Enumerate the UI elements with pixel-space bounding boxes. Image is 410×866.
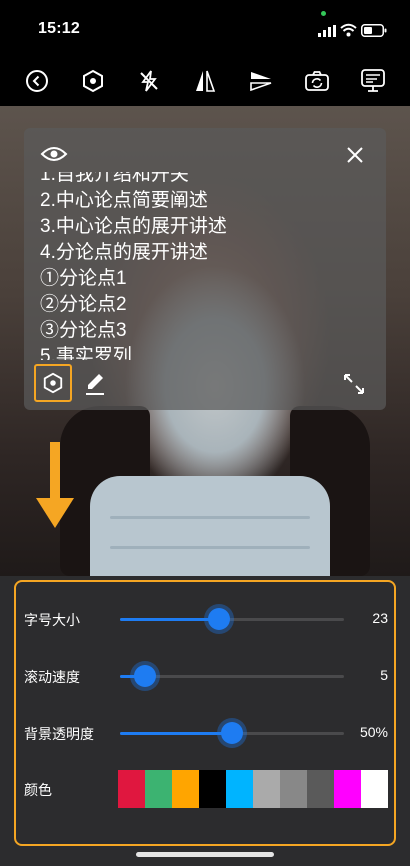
font-size-slider-fill <box>120 618 219 621</box>
color-swatch[interactable] <box>226 770 253 808</box>
script-line: ①分论点1 <box>40 268 127 289</box>
eye-icon[interactable] <box>40 144 68 164</box>
bg-opacity-slider-fill <box>120 732 232 735</box>
scroll-speed-slider[interactable] <box>120 665 344 687</box>
wifi-icon <box>340 23 357 37</box>
camera-mask-fold <box>110 516 310 519</box>
script-text-area[interactable]: 1.自我介绍和开关 2.中心论点简要阐述 3.中心论点的展开讲述 4.分论点的展… <box>40 172 370 360</box>
script-line: 3.中心论点的展开讲述 <box>40 216 227 237</box>
script-line: 2.中心论点简要阐述 <box>40 190 208 211</box>
color-swatch[interactable] <box>172 770 199 808</box>
hexagon-settings-icon[interactable] <box>79 67 107 95</box>
script-line: 1.自我介绍和开关 <box>40 172 189 185</box>
color-label: 颜色 <box>24 782 52 798</box>
mirror-horizontal-icon[interactable] <box>191 67 219 95</box>
font-size-slider[interactable] <box>120 608 344 630</box>
mirror-vertical-icon[interactable] <box>247 67 275 95</box>
bg-opacity-row: 背景透明度 50% <box>24 718 390 748</box>
script-line: 4.分论点的展开讲述 <box>40 242 208 263</box>
camera-in-use-indicator <box>321 11 326 16</box>
color-swatch[interactable] <box>118 770 145 808</box>
arrow-down-icon <box>36 442 74 528</box>
color-swatch[interactable] <box>361 770 388 808</box>
font-size-row: 字号大小 23 <box>24 604 390 634</box>
script-lines: 1.自我介绍和开关 2.中心论点简要阐述 3.中心论点的展开讲述 4.分论点的展… <box>40 172 227 360</box>
bg-opacity-slider-thumb[interactable] <box>221 722 243 744</box>
status-bar: 15:12 <box>0 0 410 54</box>
status-time: 15:12 <box>38 20 80 37</box>
switch-camera-icon[interactable] <box>303 67 331 95</box>
flash-off-icon[interactable] <box>135 67 163 95</box>
camera-toolbar <box>0 54 410 106</box>
scroll-speed-label: 滚动速度 <box>24 669 80 685</box>
color-swatch[interactable] <box>253 770 280 808</box>
color-swatch[interactable] <box>145 770 172 808</box>
cellular-signal-icon <box>318 25 336 37</box>
back-icon[interactable] <box>23 67 51 95</box>
font-size-slider-thumb[interactable] <box>207 608 230 630</box>
teleprompter-icon[interactable] <box>359 67 387 95</box>
script-line: ②分论点2 <box>40 294 127 315</box>
bg-opacity-value: 50% <box>359 724 388 740</box>
close-icon[interactable] <box>346 146 364 164</box>
expand-icon[interactable] <box>342 372 366 396</box>
home-indicator <box>136 852 274 857</box>
app-screen: 15:12 1.自我介绍和开关 2.中心论点简要阐述 3.中心论点的展开讲述 4… <box>0 0 410 866</box>
scroll-speed-value: 5 <box>380 667 388 683</box>
color-swatch[interactable] <box>334 770 361 808</box>
battery-icon <box>361 24 387 37</box>
bg-opacity-label: 背景透明度 <box>24 726 94 742</box>
hexagon-icon <box>43 372 63 394</box>
script-line: ③分论点3 <box>40 320 127 341</box>
scroll-speed-slider-thumb[interactable] <box>133 665 156 687</box>
color-swatch[interactable] <box>280 770 307 808</box>
bg-opacity-slider[interactable] <box>120 722 344 744</box>
color-swatch[interactable] <box>307 770 334 808</box>
script-line: 5.事实罗列 <box>40 346 132 360</box>
font-size-value: 23 <box>372 610 388 626</box>
style-settings-button[interactable] <box>34 364 72 402</box>
pen-icon[interactable] <box>84 372 106 396</box>
color-swatch-list <box>118 770 388 808</box>
teleprompter-overlay[interactable]: 1.自我介绍和开关 2.中心论点简要阐述 3.中心论点的展开讲述 4.分论点的展… <box>24 128 386 410</box>
camera-mask-fold <box>110 546 310 549</box>
font-size-label: 字号大小 <box>24 612 80 628</box>
scroll-speed-row: 滚动速度 5 <box>24 661 390 691</box>
color-swatch[interactable] <box>199 770 226 808</box>
